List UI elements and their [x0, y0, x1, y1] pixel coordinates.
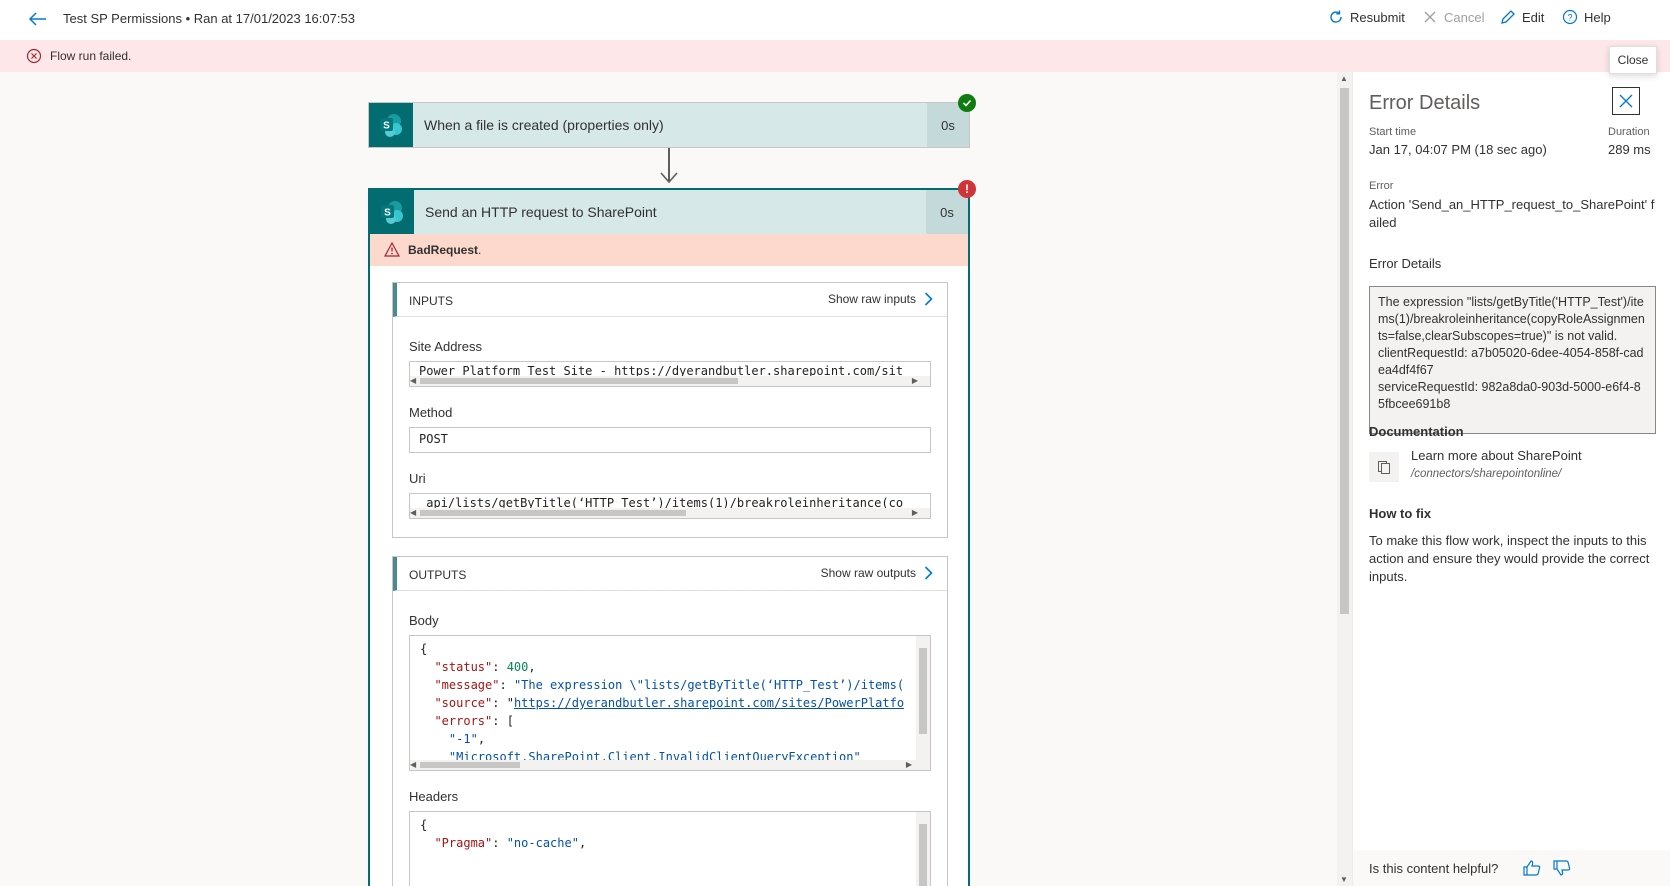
cancel-button[interactable]: Cancel: [1422, 9, 1484, 25]
arrow-down-icon: [660, 172, 678, 184]
method-label: Method: [409, 405, 453, 420]
back-arrow-icon: [29, 12, 46, 26]
flow-canvas: S When a file is created (properties onl…: [0, 72, 1352, 886]
cancel-label: Cancel: [1444, 9, 1485, 25]
close-tooltip: Close: [1609, 46, 1657, 74]
error-details-text: The expression "lists/getByTitle('HTTP_T…: [1378, 295, 1645, 411]
chevron-right-icon: [924, 566, 933, 580]
horizontal-scrollbar[interactable]: ◀ ▶: [410, 376, 930, 386]
command-bar: Test SP Permissions • Ran at 17/01/2023 …: [0, 0, 1670, 38]
vertical-scrollbar[interactable]: [916, 812, 930, 886]
uri-label: Uri: [409, 471, 426, 486]
help-button[interactable]: ? Help: [1562, 9, 1611, 25]
start-time-value: Jan 17, 04:07 PM (18 sec ago): [1369, 142, 1547, 157]
trigger-title: When a file is created (properties only): [424, 117, 664, 133]
error-message: Action 'Send_an_HTTP_request_to_SharePoi…: [1369, 197, 1655, 230]
error-details-box[interactable]: The expression "lists/getByTitle('HTTP_T…: [1369, 286, 1656, 434]
show-raw-inputs-link[interactable]: Show raw inputs: [828, 292, 933, 306]
doc-path: /connectors/sharepointonline/: [1411, 468, 1562, 480]
pencil-icon: [1501, 10, 1515, 24]
vertical-scrollbar[interactable]: [916, 636, 930, 770]
headers-label: Headers: [409, 789, 459, 804]
error-label: Error: [1369, 180, 1394, 192]
trigger-card-header[interactable]: S When a file is created (properties onl…: [369, 103, 969, 147]
svg-text:?: ?: [1567, 13, 1572, 23]
action-title: Send an HTTP request to SharePoint: [425, 204, 657, 220]
method-field[interactable]: POST: [409, 427, 931, 453]
warning-icon: [384, 242, 400, 257]
uri-field[interactable]: _api/lists/getByTitle(‘HTTP_Test’)/items…: [409, 493, 931, 519]
canvas-scrollbar[interactable]: ▲ ▼: [1337, 72, 1352, 886]
body-json: { "status": 400, "message": "The express…: [420, 642, 905, 764]
error-circle-icon: [26, 48, 42, 64]
documentation-heading: Documentation: [1369, 424, 1464, 439]
http-action-card[interactable]: S Send an HTTP request to SharePoint 0s …: [368, 188, 970, 886]
how-to-fix-heading: How to fix: [1369, 506, 1432, 521]
svg-text:S: S: [383, 121, 390, 132]
resubmit-button[interactable]: Resubmit: [1328, 9, 1405, 25]
refresh-icon: [1330, 10, 1342, 23]
panel-title: Error Details: [1369, 92, 1481, 114]
show-raw-inputs-label: Show raw inputs: [827, 292, 916, 306]
show-raw-outputs-label: Show raw outputs: [820, 566, 916, 580]
outputs-section: OUTPUTS Show raw outputs Body { "status"…: [392, 556, 948, 886]
inputs-section: INPUTS Show raw inputs Site Address Powe…: [392, 282, 948, 538]
close-icon: [1619, 94, 1633, 108]
feedback-bar: Is this content helpful?: [1353, 850, 1670, 886]
horizontal-scrollbar[interactable]: ◀ ▶: [410, 760, 916, 770]
bad-request-bar: BadRequest.: [370, 234, 968, 266]
feedback-question: Is this content helpful?: [1369, 861, 1499, 876]
method-value: POST: [419, 432, 448, 446]
chevron-right-icon: [924, 292, 933, 306]
site-address-label: Site Address: [409, 339, 482, 354]
bad-request-text: BadRequest.: [408, 243, 482, 257]
edit-label: Edit: [1522, 9, 1545, 25]
body-code-view[interactable]: { "status": 400, "message": "The express…: [409, 635, 931, 771]
page-title: Test SP Permissions • Ran at 17/01/2023 …: [63, 11, 355, 26]
banner-text: Flow run failed.: [50, 49, 132, 63]
inputs-header: INPUTS Show raw inputs: [393, 283, 947, 317]
help-label: Help: [1584, 9, 1611, 25]
duration-value: 289 ms: [1608, 142, 1651, 157]
start-time-label: Start time: [1369, 126, 1417, 138]
headers-code-view[interactable]: { "Pragma": "no-cache",: [409, 811, 931, 886]
show-raw-outputs-link[interactable]: Show raw outputs: [821, 566, 933, 580]
help-icon: ?: [1562, 9, 1578, 25]
document-icon: [1369, 452, 1399, 482]
sharepoint-icon: S: [370, 190, 414, 234]
svg-text:S: S: [384, 208, 391, 219]
how-to-fix-text: To make this flow work, inspect the inpu…: [1369, 533, 1650, 584]
resubmit-label: Resubmit: [1350, 9, 1405, 25]
thumbs-down-icon[interactable]: [1553, 860, 1571, 876]
inputs-heading: INPUTS: [409, 294, 454, 308]
error-details-heading: Error Details: [1369, 256, 1442, 271]
success-check-icon: [958, 94, 976, 112]
site-address-field[interactable]: Power Platform Test Site - https://dyera…: [409, 361, 931, 387]
error-details-panel: Error Details Start time Duration Jan 17…: [1352, 72, 1670, 886]
action-card-header[interactable]: S Send an HTTP request to SharePoint 0s: [370, 190, 968, 234]
error-banner: Flow run failed.: [0, 40, 1670, 72]
outputs-heading: OUTPUTS: [409, 568, 467, 582]
trigger-card[interactable]: S When a file is created (properties onl…: [368, 102, 970, 148]
thumbs-up-icon[interactable]: [1523, 860, 1541, 876]
edit-button[interactable]: Edit: [1500, 9, 1544, 25]
headers-json: { "Pragma": "no-cache",: [420, 818, 587, 850]
duration-label: Duration: [1608, 126, 1650, 138]
error-exclamation-icon: !: [958, 180, 976, 198]
back-button[interactable]: [24, 8, 52, 30]
body-label: Body: [409, 613, 439, 628]
outputs-header: OUTPUTS Show raw outputs: [393, 557, 947, 591]
doc-link[interactable]: Learn more about SharePoint: [1411, 448, 1582, 463]
close-icon: [1424, 11, 1436, 23]
sharepoint-icon: S: [369, 103, 413, 147]
close-panel-button[interactable]: [1612, 87, 1640, 115]
horizontal-scrollbar[interactable]: ◀ ▶: [410, 508, 930, 518]
